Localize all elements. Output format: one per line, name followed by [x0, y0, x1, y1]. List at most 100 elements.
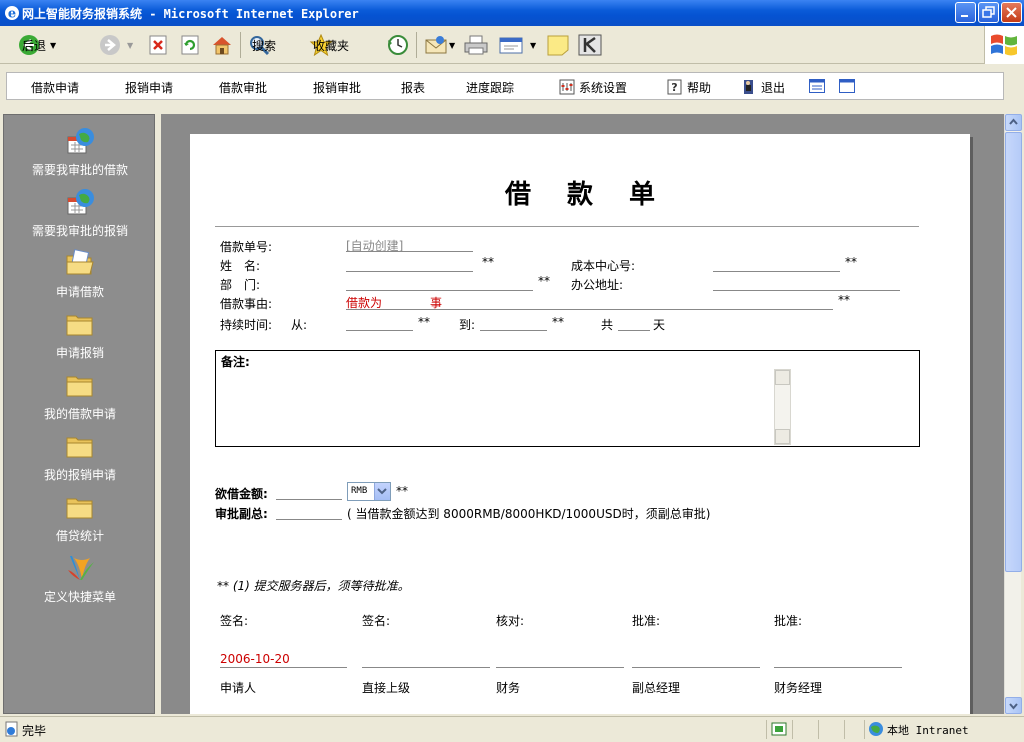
sidebar-item-loans-to-approve[interactable]: 需要我审批的借款 — [4, 125, 156, 178]
title-bar: e 网上智能财务报销系统 - Microsoft Internet Explor… — [0, 0, 1024, 26]
minimize-icon — [961, 15, 968, 17]
favorites-button[interactable]: 收藏夹 — [309, 32, 349, 58]
finance-manager-approve-field[interactable] — [774, 652, 902, 668]
name-input[interactable] — [346, 257, 473, 272]
dept-input[interactable] — [346, 276, 533, 291]
form-title: 借款单 — [504, 180, 691, 210]
status-segment — [766, 720, 790, 739]
sidebar-item-label: 需要我审批的报销 — [31, 224, 128, 238]
shortcut-menu-icon — [68, 556, 94, 580]
total-days-input[interactable] — [618, 316, 650, 331]
window-view-icon[interactable] — [839, 79, 855, 93]
mail-icon — [425, 36, 447, 54]
svg-text:?: ? — [671, 81, 677, 94]
supervisor-sign-field[interactable] — [362, 652, 490, 668]
ie-logo-icon: e — [5, 6, 19, 21]
edit-page-icon — [499, 37, 523, 54]
nav-reimburse-approve[interactable]: 报销审批 — [313, 79, 361, 96]
sidebar-item-apply-reimbursement[interactable]: 申请报销 — [4, 308, 156, 361]
cost-center-input[interactable] — [713, 257, 840, 272]
back-dropdown-icon[interactable]: ▼ — [50, 41, 56, 50]
messenger-button[interactable] — [578, 32, 602, 58]
home-icon — [213, 37, 231, 55]
scroll-down-button[interactable] — [1005, 697, 1022, 714]
folder-icon — [66, 376, 93, 397]
memo-scroll-down-icon[interactable] — [775, 429, 790, 444]
sidebar-item-apply-loan[interactable]: 申请借款 — [4, 247, 156, 300]
scroll-thumb[interactable] — [1005, 132, 1022, 572]
nav-progress[interactable]: 进度跟踪 — [466, 79, 514, 96]
reason-label: 借款事由: — [220, 297, 273, 311]
office-input[interactable] — [713, 276, 900, 291]
page-scrollbar[interactable] — [1004, 114, 1022, 714]
refresh-button[interactable] — [180, 32, 200, 58]
minimize-button[interactable] — [955, 2, 976, 23]
search-button[interactable]: 搜索 — [248, 32, 276, 58]
close-button[interactable] — [1001, 2, 1022, 23]
title-divider — [215, 226, 919, 227]
mail-dropdown-icon[interactable]: ▼ — [449, 41, 455, 50]
reason-input[interactable]: 借款为 事 — [346, 294, 833, 310]
globe-calendar-icon — [67, 189, 94, 215]
security-icon — [771, 722, 787, 736]
sidebar-item-my-loan-applications[interactable]: 我的借款申请 — [4, 369, 156, 422]
content-area: 借款单 借款单号: [自动创建] 姓 名: ** 成本中心号: ** 部 门: … — [161, 114, 1004, 714]
sign-role-supervisor: 直接上级 — [362, 681, 411, 695]
end-date-required-mark: ** — [552, 315, 564, 329]
restore-button[interactable] — [978, 2, 999, 23]
nav-reimburse-apply[interactable]: 报销申请 — [125, 79, 173, 96]
nav-settings[interactable]: 系统设置 — [559, 79, 627, 96]
list-view-icon[interactable] — [809, 79, 825, 93]
edit-dropdown-icon[interactable]: ▼ — [530, 41, 536, 50]
mail-button[interactable]: ▼ — [424, 32, 455, 58]
amount-input[interactable] — [276, 485, 342, 500]
app-nav-bar: 借款申请 报销申请 借款审批 报销审批 报表 进度跟踪 系统设置 ? 帮助 退出 — [6, 72, 1004, 100]
sidebar-item-loan-statistics[interactable]: 借贷统计 — [4, 491, 156, 544]
cost-center-label: 成本中心号: — [571, 259, 636, 273]
applicant-sign-date: 2006-10-20 — [220, 652, 347, 668]
amount-label: 欲借金额: — [215, 487, 268, 501]
page-done-icon — [5, 721, 18, 737]
nav-loan-apply[interactable]: 借款申请 — [31, 79, 79, 96]
nav-logout[interactable]: 退出 — [741, 79, 785, 96]
end-date-input[interactable] — [480, 316, 547, 331]
discuss-button[interactable] — [546, 32, 570, 58]
dept-label: 部 门: — [220, 278, 261, 292]
search-label: 搜索 — [252, 38, 277, 53]
memo-scrollbar[interactable] — [774, 369, 791, 445]
stop-icon — [149, 35, 167, 55]
nav-loan-approve[interactable]: 借款审批 — [219, 79, 267, 96]
print-button[interactable] — [463, 32, 489, 58]
currency-select[interactable]: RMB — [347, 482, 391, 501]
sign-role-applicant: 申请人 — [220, 681, 257, 695]
back-button[interactable]: 后退 ▼ — [18, 32, 56, 58]
memo-scroll-up-icon[interactable] — [775, 370, 790, 385]
sign-top-vp: 批准: — [632, 614, 661, 628]
approver-input[interactable] — [276, 505, 342, 520]
start-date-required-mark: ** — [418, 315, 430, 329]
start-date-input[interactable] — [346, 316, 413, 331]
nav-help[interactable]: ? 帮助 — [667, 79, 711, 96]
sidebar-item-label: 我的借款申请 — [43, 407, 116, 421]
memo-box[interactable]: 备注: — [215, 350, 920, 447]
nav-reports[interactable]: 报表 — [401, 79, 425, 96]
from-label: 从: — [291, 318, 308, 332]
scroll-up-button[interactable] — [1005, 114, 1022, 131]
home-button[interactable] — [210, 32, 234, 58]
finance-check-field[interactable] — [496, 652, 624, 668]
edit-button[interactable]: ▼ — [498, 32, 536, 58]
sidebar-item-label: 定义快捷菜单 — [43, 590, 116, 604]
windows-flag-icon — [991, 34, 1017, 56]
printer-icon — [464, 35, 488, 55]
intranet-globe-icon — [869, 722, 883, 736]
history-button[interactable] — [386, 32, 410, 58]
sign-top-finance: 核对: — [496, 614, 525, 628]
vp-approve-field[interactable] — [632, 652, 760, 668]
stop-button[interactable] — [148, 32, 168, 58]
nav-settings-label: 系统设置 — [579, 81, 628, 95]
sidebar-item-reimbursements-to-approve[interactable]: 需要我审批的报销 — [4, 186, 156, 239]
forward-button[interactable]: ▼ — [99, 32, 133, 58]
sidebar-item-my-reimbursement-applications[interactable]: 我的报销申请 — [4, 430, 156, 483]
sidebar-item-define-shortcuts[interactable]: 定义快捷菜单 — [4, 552, 156, 605]
zone-indicator: 本地 Intranet — [864, 720, 1024, 739]
